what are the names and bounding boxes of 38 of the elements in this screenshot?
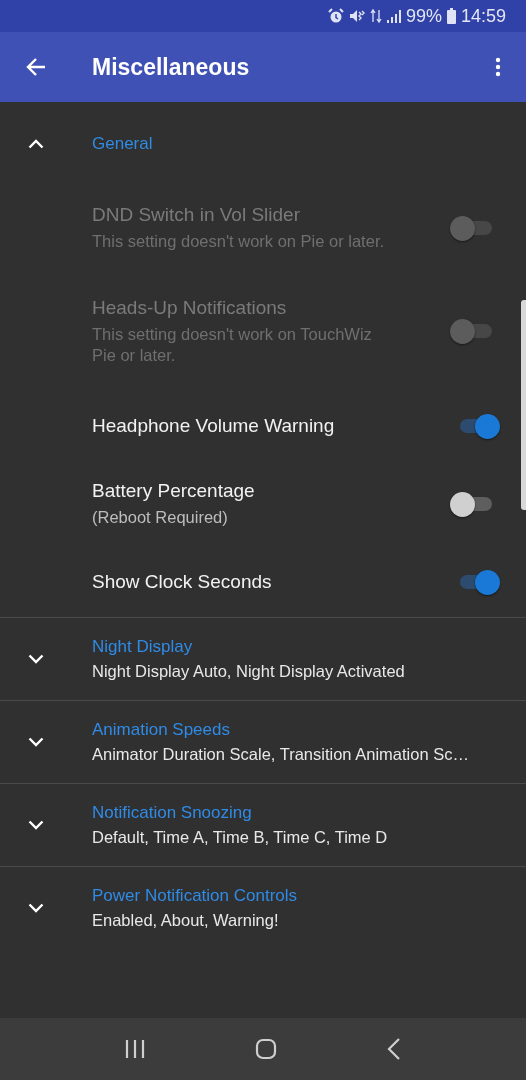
clock-time: 14:59: [460, 5, 506, 27]
setting-title: DND Switch in Vol Slider: [92, 204, 302, 226]
category-header[interactable]: General: [0, 102, 526, 185]
setting-row[interactable]: Headphone Volume Warning: [0, 391, 518, 461]
data-icon: [369, 8, 382, 24]
screen-title: Miscellaneous: [92, 53, 250, 81]
category-summary: Default, Time A, Time B, Time C, Time D: [92, 828, 388, 847]
back-chevron-icon: [387, 1038, 401, 1060]
category-header[interactable]: Night Display Night Display Auto, Night Display Activated: [0, 618, 526, 700]
home-icon: [255, 1038, 277, 1060]
setting-title: Show Clock Seconds: [92, 571, 273, 593]
recent-apps-icon: [125, 1040, 145, 1058]
category-summary: Animator Duration Scale, Transition Animation Sc…: [92, 745, 469, 764]
setting-title: Battery Percentage: [92, 480, 256, 502]
setting-description: This setting doesn't work on TouchWiz Pie or later.: [92, 323, 373, 366]
setting-title: Headphone Volume Warning: [92, 415, 336, 437]
setting-row[interactable]: Battery Percentage (Reboot Required): [0, 461, 518, 547]
category-title: Notification Snoozing: [92, 803, 253, 823]
setting-row[interactable]: Show Clock Seconds: [0, 547, 518, 617]
more-vertical-icon: [495, 57, 501, 77]
category-summary: Night Display Auto, Night Display Activated: [92, 662, 405, 681]
category-title: Power Notification Controls: [92, 886, 298, 906]
alarm-icon: [327, 8, 344, 24]
category-title: General: [92, 133, 153, 154]
category-title: Animation Speeds: [92, 720, 231, 740]
setting-description: (Reboot Required): [92, 507, 229, 528]
setting-description: This setting doesn't work on Pie or later.: [92, 231, 386, 252]
category-title: Night Display: [92, 637, 194, 657]
category-header[interactable]: Notification Snoozing Default, Time A, Time B, Time C, Time D: [0, 784, 526, 866]
signal-icon: [386, 9, 401, 23]
category-summary: Enabled, About, Warning!: [92, 911, 280, 930]
battery-percentage: 99%: [405, 5, 442, 27]
setting-title: Heads-Up Notifications: [92, 296, 288, 319]
back-arrow-icon: [25, 56, 47, 78]
category-header[interactable]: Animation Speeds Animator Duration Scale, Transition Animation Sc…: [0, 701, 526, 783]
battery-icon: [446, 8, 456, 24]
category-header[interactable]: Power Notification Controls Enabled, About, Warning!: [0, 867, 526, 949]
mute-icon: [348, 8, 365, 24]
